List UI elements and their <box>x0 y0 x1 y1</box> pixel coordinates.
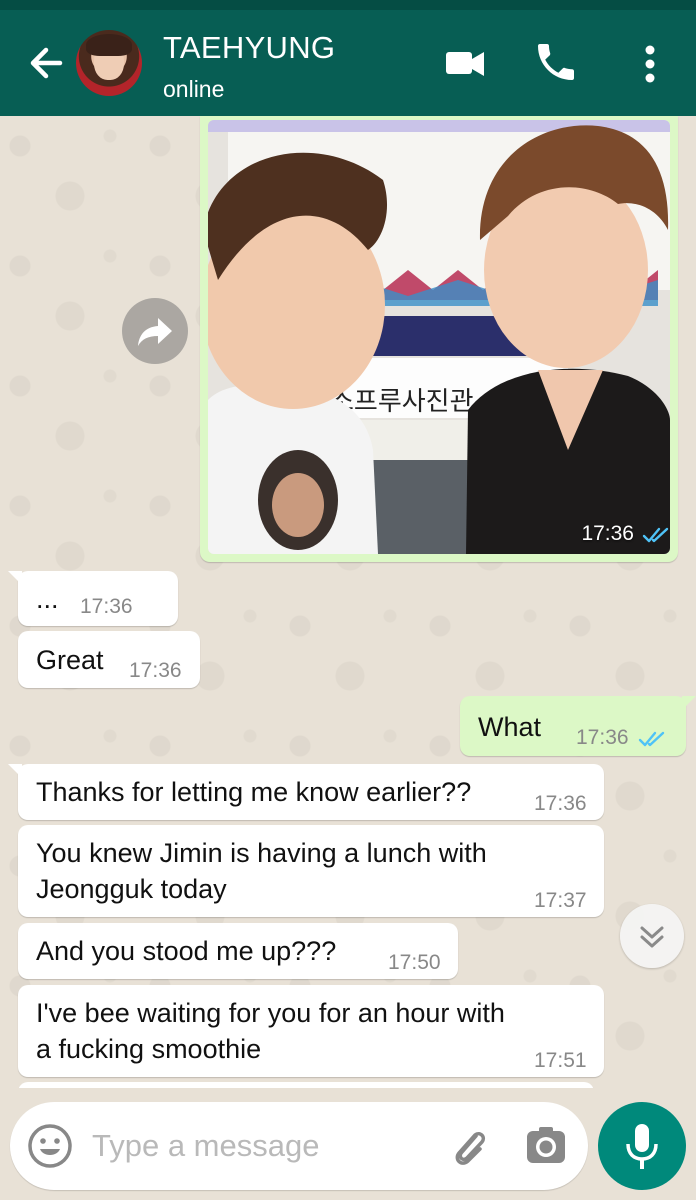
arrow-left-icon[interactable] <box>22 38 72 88</box>
message-time: 17:36 <box>576 726 629 749</box>
message-text: Great <box>36 645 104 675</box>
mic-button[interactable] <box>598 1102 686 1190</box>
incoming-message[interactable]: I've bee waiting for you for an hour wit… <box>18 985 604 1077</box>
more-vert-icon[interactable] <box>630 38 670 90</box>
chevron-double-down-icon <box>640 926 664 948</box>
double-check-icon <box>638 731 665 747</box>
message-time: 17:36 <box>534 792 587 815</box>
message-text: You knew Jimin is having a lunch with Je… <box>36 838 487 904</box>
status-bar <box>0 0 696 10</box>
incoming-message[interactable]: And you stood me up??? 17:50 <box>18 923 458 979</box>
message-text: What <box>478 712 542 742</box>
photo-image[interactable]: 소프루사진관 <box>208 120 670 554</box>
message-input[interactable] <box>92 1124 432 1168</box>
outgoing-message[interactable]: What 17:36 <box>460 696 696 756</box>
incoming-message-partial[interactable] <box>18 1082 594 1088</box>
emoji-icon[interactable] <box>26 1122 74 1170</box>
camera-icon[interactable] <box>522 1122 570 1170</box>
message-time: 17:36 <box>129 659 182 682</box>
video-camera-icon[interactable] <box>440 42 490 86</box>
forward-icon[interactable] <box>122 298 188 364</box>
paperclip-icon[interactable] <box>446 1122 494 1170</box>
double-check-icon <box>642 527 669 543</box>
message-text: And you stood me up??? <box>36 936 337 966</box>
message-text: Thanks for letting me know earlier?? <box>36 777 472 807</box>
message-time: 17:36 <box>80 595 133 618</box>
message-text: ... <box>36 584 59 614</box>
message-time: 17:51 <box>534 1049 587 1072</box>
chat-header: TAEHYUNG online <box>0 10 696 116</box>
message-text: I've bee waiting for you for an hour wit… <box>36 998 505 1064</box>
phone-icon[interactable] <box>532 38 580 86</box>
photo-message[interactable]: 소프루사진관 17:36 <box>200 116 678 562</box>
contact-name[interactable]: TAEHYUNG <box>163 30 335 66</box>
contact-status: online <box>163 76 225 102</box>
mic-icon <box>626 1124 658 1169</box>
avatar[interactable] <box>76 30 142 96</box>
message-time: 17:36 <box>581 522 669 546</box>
scroll-down-button[interactable] <box>620 904 684 968</box>
message-time: 17:37 <box>534 889 587 912</box>
incoming-message[interactable]: ... 17:36 <box>8 571 178 626</box>
incoming-message[interactable]: Thanks for letting me know earlier?? 17:… <box>8 764 604 820</box>
incoming-message[interactable]: Great 17:36 <box>18 631 200 688</box>
chat-area[interactable]: 소프루사진관 17:36 ... 17:36 Great 17:36 What … <box>0 116 696 1088</box>
message-composer <box>10 1102 588 1190</box>
message-time: 17:50 <box>388 951 441 974</box>
incoming-message[interactable]: You knew Jimin is having a lunch with Je… <box>18 825 604 917</box>
